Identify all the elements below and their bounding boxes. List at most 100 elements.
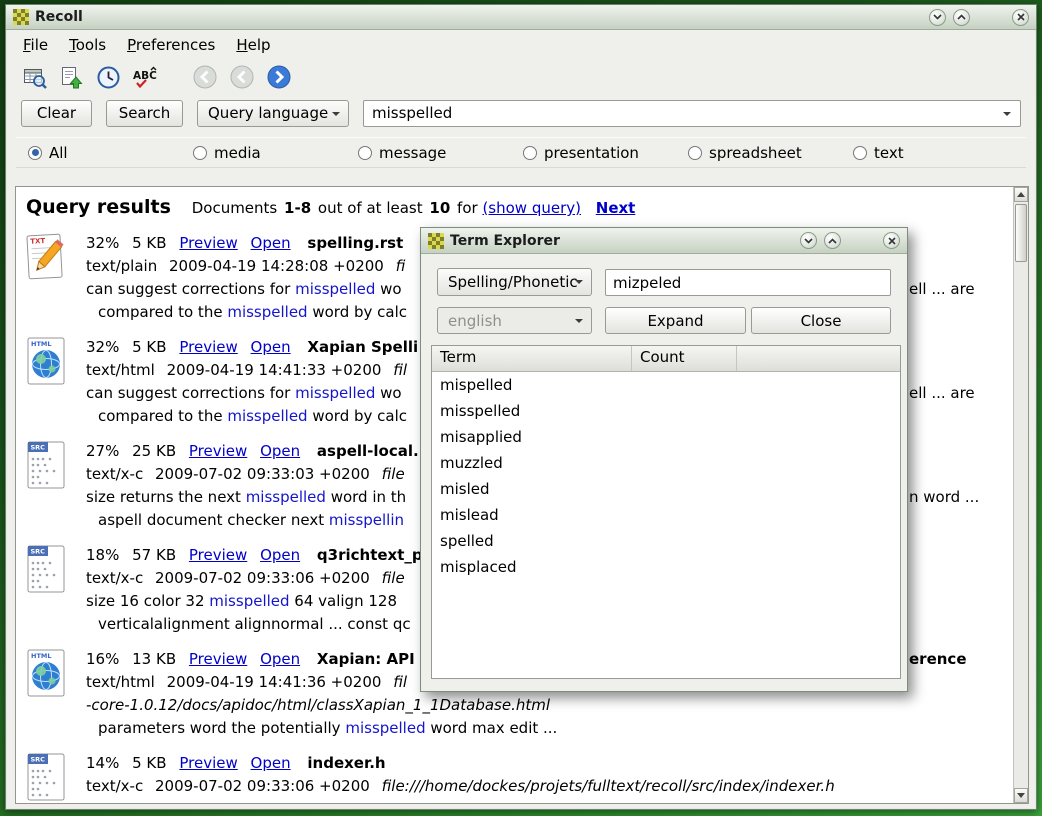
expand-button[interactable]: Expand — [605, 307, 746, 334]
filter-media[interactable]: media — [193, 144, 358, 162]
window-titlebar[interactable]: Recoll — [6, 5, 1036, 30]
history-button[interactable] — [94, 63, 122, 91]
result-preview-link[interactable]: Preview — [189, 650, 247, 668]
results-summary: Documents 1-8 out of at least 10 for (sh… — [192, 199, 636, 217]
result-title: aspell-local. — [317, 442, 419, 460]
window-title: Recoll — [35, 9, 83, 25]
filter-presentation[interactable]: presentation — [523, 144, 688, 162]
result-url: file — [382, 465, 405, 483]
count-column-header[interactable]: Count — [632, 346, 737, 371]
dialog-close-action-button[interactable]: Close — [751, 307, 891, 334]
term-explorer-button[interactable]: ABC — [131, 63, 159, 91]
count-cell — [632, 476, 737, 502]
filter-text[interactable]: text — [853, 144, 1018, 162]
result-type-icon: SRC — [24, 752, 70, 803]
count-cell — [632, 450, 737, 476]
dialog-maximize-button[interactable] — [824, 232, 841, 249]
result-preview-link[interactable]: Preview — [179, 338, 237, 356]
result-date: 2009-07-02 09:33:03 +0200 — [155, 465, 370, 483]
term-row[interactable]: misled — [432, 476, 900, 502]
dialog-minimize-button[interactable] — [800, 232, 817, 249]
result-preview-link[interactable]: Preview — [189, 442, 247, 460]
filter-all[interactable]: All — [28, 144, 193, 162]
result-mime: text/x-c — [86, 777, 143, 795]
menu-tools[interactable]: Tools — [69, 36, 106, 54]
term-row[interactable]: misspelled — [432, 398, 900, 424]
minimize-button[interactable] — [929, 9, 946, 26]
scroll-up-button[interactable] — [1014, 187, 1028, 202]
query-mode-select[interactable]: Query language — [197, 100, 349, 127]
next-page-button[interactable] — [265, 63, 293, 91]
result-open-link[interactable]: Open — [260, 442, 300, 460]
radio-icon — [28, 146, 42, 160]
radio-icon — [358, 146, 372, 160]
maximize-button[interactable] — [953, 9, 970, 26]
dialog-close-button[interactable] — [883, 232, 900, 249]
result-row: SRC 14% 5 KB Preview Open indexer.h text… — [24, 752, 1013, 803]
result-open-link[interactable]: Open — [260, 546, 300, 564]
search-button[interactable]: Search — [106, 100, 183, 127]
result-type-icon: SRC — [24, 440, 70, 492]
result-open-link[interactable]: Open — [251, 754, 291, 772]
result-preview-link[interactable]: Preview — [179, 754, 237, 772]
documents-label: Documents — [192, 199, 278, 217]
show-query-link[interactable]: (show query) — [482, 199, 581, 217]
menu-preferences[interactable]: Preferences — [127, 36, 215, 54]
result-type-icon: HTML — [24, 336, 70, 388]
dialog-titlebar[interactable]: Term Explorer — [421, 228, 907, 254]
result-open-link[interactable]: Open — [260, 650, 300, 668]
term-row[interactable]: misplaced — [432, 554, 900, 580]
highlighted-term: misspelled — [295, 384, 375, 402]
result-open-link[interactable]: Open — [251, 338, 291, 356]
term-cell: misapplied — [432, 424, 632, 450]
clear-button[interactable]: Clear — [21, 100, 92, 127]
expansion-mode-select[interactable]: Spelling/Phonetic — [437, 268, 592, 296]
filter-spreadsheet[interactable]: spreadsheet — [688, 144, 853, 162]
term-row[interactable]: misapplied — [432, 424, 900, 450]
result-mime: text/html — [86, 673, 155, 691]
term-table: Term Count mispelledmisspelledmisapplied… — [431, 345, 901, 679]
result-type-icon: TXT — [24, 232, 70, 284]
radio-icon — [853, 146, 867, 160]
result-preview-link[interactable]: Preview — [179, 234, 237, 252]
highlighted-term: misspelled — [227, 303, 307, 321]
menu-help[interactable]: Help — [236, 36, 270, 54]
search-input-value: misspelled — [372, 104, 452, 122]
result-date: 2009-04-19 14:41:33 +0200 — [167, 361, 382, 379]
scrollbar-thumb[interactable] — [1015, 204, 1027, 262]
query-config-button[interactable] — [20, 63, 48, 91]
menu-file[interactable]: File — [23, 36, 48, 54]
term-cell: mispelled — [432, 372, 632, 398]
save-results-button[interactable] — [57, 63, 85, 91]
filter-message[interactable]: message — [358, 144, 523, 162]
count-cell — [632, 398, 737, 424]
term-row[interactable]: mispelled — [432, 372, 900, 398]
count-cell — [632, 528, 737, 554]
next-page-link[interactable]: Next — [596, 199, 636, 217]
term-column-header[interactable]: Term — [432, 346, 632, 371]
filter-label: spreadsheet — [709, 144, 802, 162]
term-input[interactable]: mizpeled — [605, 269, 891, 296]
recoll-app-icon — [13, 9, 29, 25]
result-mime: text/plain — [86, 257, 157, 275]
term-row[interactable]: mislead — [432, 502, 900, 528]
filter-label: message — [379, 144, 446, 162]
term-cell: misplaced — [432, 554, 632, 580]
close-button[interactable] — [1012, 9, 1029, 26]
filter-label: text — [874, 144, 904, 162]
term-cell: misspelled — [432, 398, 632, 424]
search-input[interactable]: misspelled — [363, 100, 1021, 127]
result-open-link[interactable]: Open — [251, 234, 291, 252]
term-row[interactable]: muzzled — [432, 450, 900, 476]
result-size: 57 KB — [132, 546, 176, 564]
scroll-down-button[interactable] — [1014, 788, 1028, 803]
query-mode-value: Query language — [208, 104, 328, 122]
result-preview-link[interactable]: Preview — [189, 546, 247, 564]
term-cell: mislead — [432, 502, 632, 528]
term-row[interactable]: spelled — [432, 528, 900, 554]
result-title: indexer.h — [307, 754, 385, 772]
result-size: 5 KB — [132, 338, 166, 356]
result-mime: text/x-c — [86, 569, 143, 587]
results-scrollbar[interactable] — [1013, 187, 1028, 803]
svg-text:SRC: SRC — [31, 548, 46, 556]
